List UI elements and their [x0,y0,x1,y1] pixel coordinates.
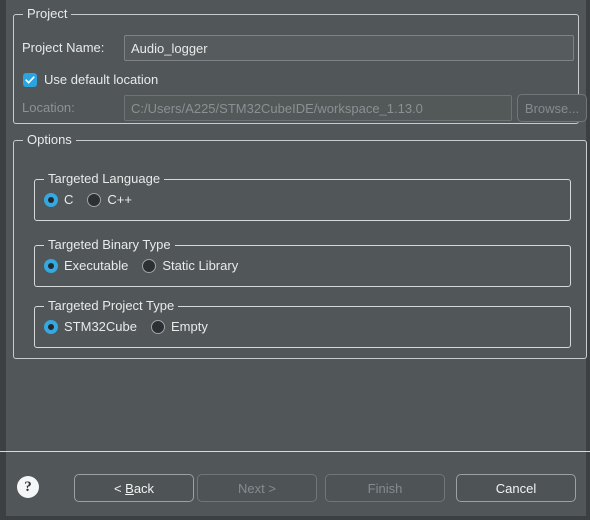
targeted-language-radios: C C++ [44,192,146,208]
radio-label-static-library: Static Library [162,258,239,273]
wizard-page-content: Project Project Name: Use default locati… [6,0,587,451]
radio-label-cpp: C++ [107,192,132,207]
radio-option-stm32cube[interactable]: STM32Cube [44,319,137,335]
options-group-title: Options [23,132,76,147]
next-button[interactable]: Next > [197,474,317,502]
project-name-label: Project Name: [22,40,105,55]
button-bar: ? < Back Next > Finish Cancel [0,452,590,516]
radio-unselected-icon [87,193,102,207]
targeted-project-type-title: Targeted Project Type [44,298,179,313]
targeted-binary-type-group: Targeted Binary Type Executable Static L… [34,237,571,287]
targeted-binary-type-radios: Executable Static Library [44,258,252,274]
radio-option-executable[interactable]: Executable [44,258,128,274]
targeted-language-group: Targeted Language C C++ [34,171,571,221]
targeted-language-title: Targeted Language [44,171,165,186]
finish-button[interactable]: Finish [325,474,445,502]
targeted-binary-type-title: Targeted Binary Type [44,237,175,252]
project-group: Project Project Name: Use default locati… [13,6,587,124]
project-name-input[interactable] [124,35,574,61]
radio-label-executable: Executable [64,258,129,273]
use-default-location-label: Use default location [44,72,159,87]
radio-option-static-library[interactable]: Static Library [142,258,238,274]
new-project-wizard-dialog: Project Project Name: Use default locati… [0,0,590,520]
browse-button[interactable]: Browse... [517,94,587,122]
help-icon[interactable]: ? [17,476,39,498]
back-button-label: < Back [113,480,155,496]
targeted-project-type-radios: STM32Cube Empty [44,319,222,335]
location-label: Location: [22,100,75,115]
radio-option-empty[interactable]: Empty [150,319,208,335]
radio-selected-icon [44,193,58,207]
cancel-button[interactable]: Cancel [456,474,576,502]
radio-option-cpp[interactable]: C++ [87,192,132,208]
radio-option-c[interactable]: C [44,192,73,208]
radio-label-stm32cube: STM32Cube [64,319,137,334]
radio-unselected-icon [142,259,157,273]
checkbox-checked-icon [23,73,37,87]
radio-selected-icon [44,320,58,334]
window-edge-bottom [0,516,590,520]
use-default-location-checkbox[interactable]: Use default location [23,72,158,88]
back-button[interactable]: < Back [74,474,194,502]
radio-label-empty: Empty [170,319,208,334]
location-input[interactable] [124,95,512,121]
radio-selected-icon [44,259,58,273]
radio-unselected-icon [150,320,165,334]
options-group: Options Targeted Language C C++ Targeted… [13,132,587,359]
targeted-project-type-group: Targeted Project Type STM32Cube Empty [34,298,571,348]
project-group-title: Project [23,6,72,21]
radio-label-c: C [64,192,74,207]
